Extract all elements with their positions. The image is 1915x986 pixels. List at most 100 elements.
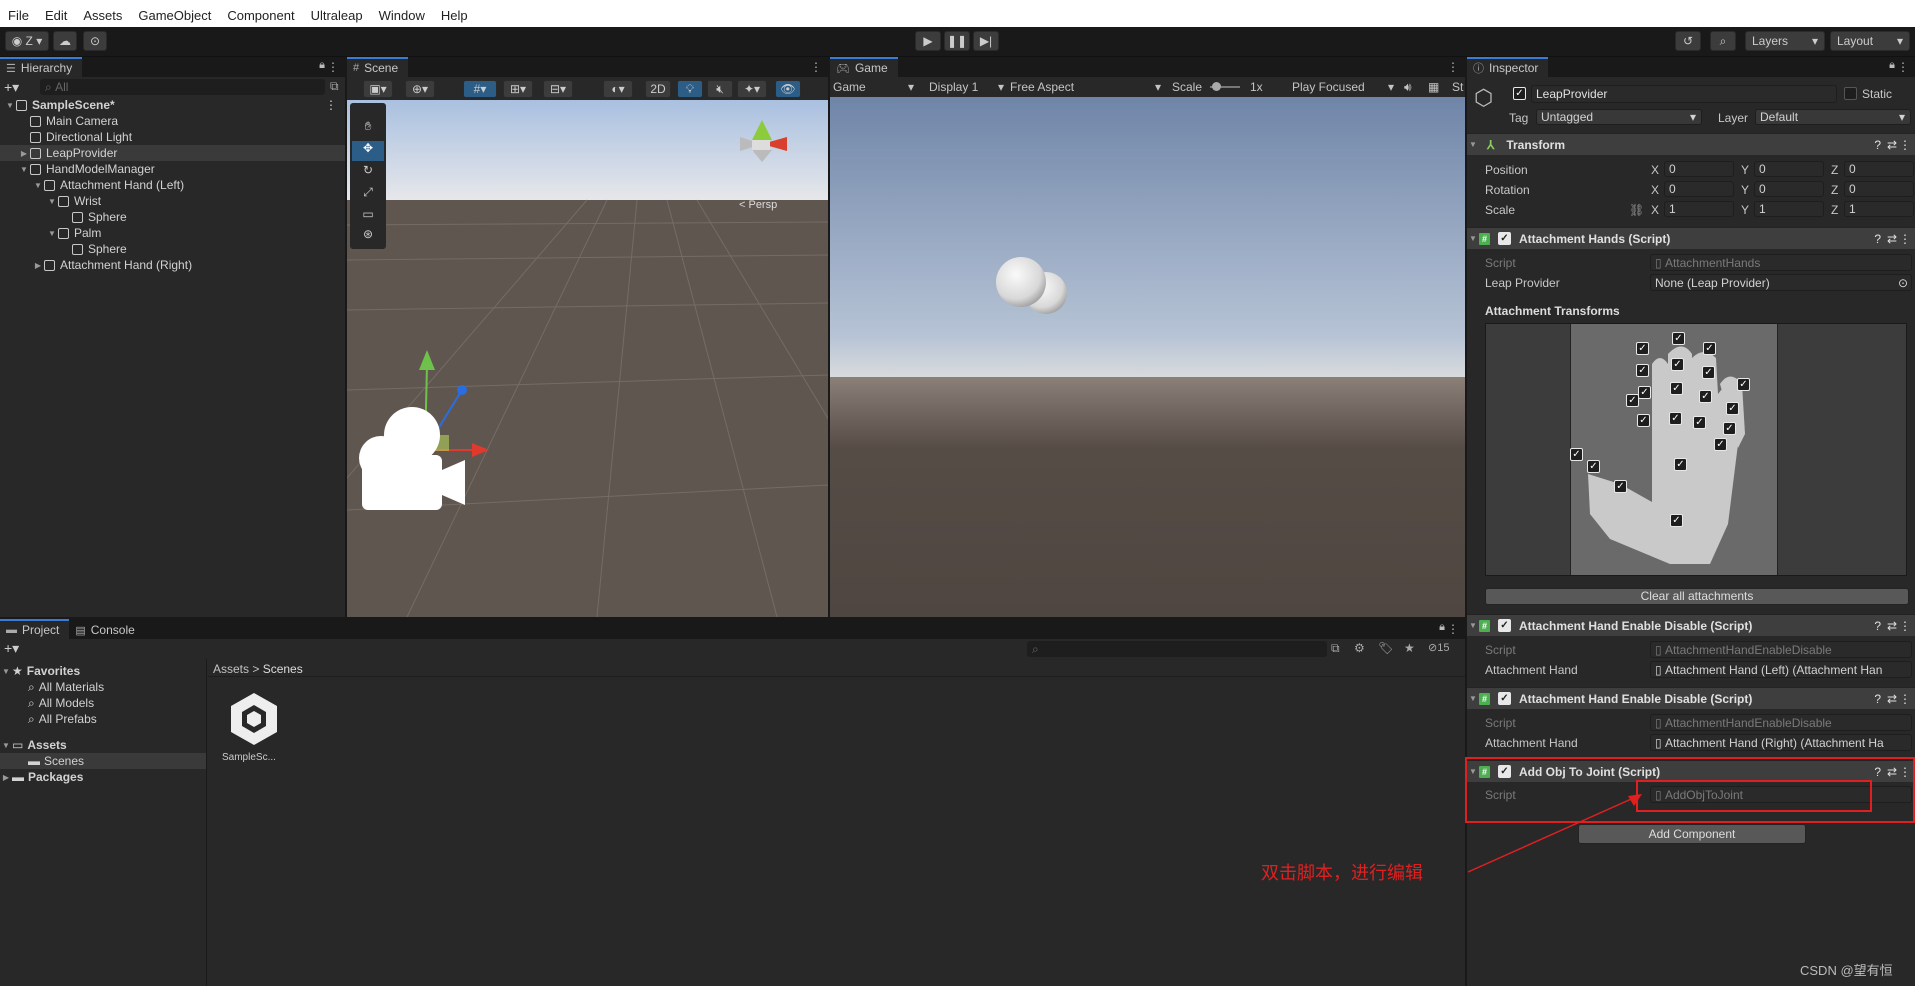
active-checkbox[interactable]: ✓ bbox=[1513, 87, 1526, 100]
joint-checkbox[interactable]: ✓ bbox=[1587, 460, 1600, 473]
menu-item[interactable]: Component bbox=[219, 8, 302, 23]
layers-dropdown[interactable]: Layers ▾ bbox=[1745, 31, 1825, 51]
menu-item[interactable]: Assets bbox=[75, 8, 130, 23]
rect-tool-icon[interactable]: ▭ bbox=[352, 207, 384, 227]
joint-checkbox[interactable]: ✓ bbox=[1626, 394, 1639, 407]
expand-icon[interactable]: ▼ bbox=[4, 101, 16, 110]
scenes-folder[interactable]: ▬ Scenes bbox=[0, 753, 206, 769]
more-icon[interactable]: ⋮ bbox=[325, 98, 337, 112]
cloud-icon[interactable]: ☁ bbox=[53, 31, 77, 51]
effects-icon[interactable]: ✦▾ bbox=[737, 80, 767, 98]
script-field[interactable]: ▯ AttachmentHands bbox=[1650, 254, 1912, 271]
clear-attachments-button[interactable]: Clear all attachments bbox=[1485, 588, 1909, 605]
play-button[interactable]: ▶ bbox=[915, 31, 941, 51]
packages-folder[interactable]: ▶ ▬ Packages bbox=[0, 769, 206, 785]
display-dropdown[interactable]: Display 1 ▾ bbox=[929, 80, 1004, 94]
mode-2d-button[interactable]: 2D bbox=[645, 80, 671, 98]
joint-checkbox[interactable]: ✓ bbox=[1636, 364, 1649, 377]
object-name-field[interactable]: LeapProvider bbox=[1531, 85, 1837, 103]
lock-icon[interactable]: 🔒︎ bbox=[1889, 59, 1895, 72]
joint-checkbox[interactable]: ✓ bbox=[1702, 366, 1715, 379]
stats-label[interactable]: St bbox=[1452, 80, 1463, 94]
lighting-icon[interactable]: 💡︎ bbox=[677, 80, 703, 98]
lock-icon[interactable]: 🔒︎ bbox=[319, 59, 325, 72]
enabled-checkbox[interactable]: ✓ bbox=[1498, 619, 1511, 632]
hierarchy-item[interactable]: ▼ Wrist bbox=[0, 193, 345, 209]
attachment-hands-header[interactable]: ▼ # ✓ Attachment Hands (Script)? ⇄ ⋮ bbox=[1467, 227, 1915, 249]
joint-checkbox[interactable]: ✓ bbox=[1672, 332, 1685, 345]
move-tool-icon[interactable]: ✥ bbox=[352, 141, 384, 161]
persp-label[interactable]: < Persp bbox=[739, 199, 777, 211]
joint-checkbox[interactable]: ✓ bbox=[1699, 390, 1712, 403]
joint-checkbox[interactable]: ✓ bbox=[1723, 422, 1736, 435]
aspect-dropdown[interactable]: Free Aspect ▾ bbox=[1010, 80, 1165, 94]
search-icon[interactable]: ⌕ bbox=[1710, 31, 1736, 51]
menu-item[interactable]: GameObject bbox=[130, 8, 219, 23]
layer-dropdown[interactable]: Default ▾ bbox=[1755, 109, 1911, 125]
target-icon[interactable]: ⊙ bbox=[1898, 276, 1908, 290]
grid-snap-icon[interactable]: #▾ bbox=[463, 80, 497, 98]
transform-header[interactable]: ▼ ⅄ Transform? ⇄ ⋮ bbox=[1467, 133, 1915, 155]
scale-slider[interactable]: Scale 1x bbox=[1172, 80, 1272, 94]
tab-scene[interactable]: # Scene bbox=[347, 57, 409, 77]
help-icon[interactable]: ? bbox=[1874, 692, 1881, 706]
tab-hierarchy[interactable]: ☰ Hierarchy bbox=[0, 57, 83, 77]
joint-checkbox[interactable]: ✓ bbox=[1669, 412, 1682, 425]
help-icon[interactable]: ? bbox=[1874, 232, 1881, 246]
more-icon[interactable]: ⋮ bbox=[1899, 138, 1911, 152]
joint-checkbox[interactable]: ✓ bbox=[1737, 378, 1750, 391]
joint-checkbox[interactable]: ✓ bbox=[1703, 342, 1716, 355]
snap-icon[interactable]: ⊞▾ bbox=[503, 80, 533, 98]
more-icon[interactable]: ⋮ bbox=[1447, 622, 1459, 636]
preset-icon[interactable]: ⇄ bbox=[1887, 692, 1897, 706]
visibility-icon[interactable]: 👁︎ bbox=[775, 80, 801, 98]
link-icon[interactable]: ⛓ bbox=[1629, 203, 1644, 217]
joint-checkbox[interactable]: ✓ bbox=[1693, 416, 1706, 429]
assets-folder[interactable]: ▼ ▭ Assets bbox=[0, 737, 206, 753]
transform-scale-y-field[interactable]: 1 bbox=[1754, 201, 1824, 217]
hierarchy-item[interactable]: ▼ Attachment Hand (Left) bbox=[0, 177, 345, 193]
favorite-all-models[interactable]: ⌕ All Models bbox=[0, 695, 206, 711]
expand-icon[interactable]: ▼ bbox=[46, 197, 58, 206]
more-icon[interactable]: ⋮ bbox=[1899, 619, 1911, 633]
enabled-checkbox[interactable]: ✓ bbox=[1498, 692, 1511, 705]
menu-item[interactable]: Window bbox=[371, 8, 433, 23]
more-icon[interactable]: ⋮ bbox=[1899, 692, 1911, 706]
tab-project[interactable]: ▬ Project bbox=[0, 619, 70, 639]
layout-dropdown[interactable]: Layout ▾ bbox=[1830, 31, 1910, 51]
play-focused-dropdown[interactable]: Play Focused ▾ bbox=[1292, 80, 1394, 94]
joint-checkbox[interactable]: ✓ bbox=[1670, 514, 1683, 527]
joint-checkbox[interactable]: ✓ bbox=[1637, 414, 1650, 427]
transform-rotation-x-field[interactable]: 0 bbox=[1664, 181, 1734, 197]
enabled-checkbox[interactable]: ✓ bbox=[1498, 232, 1511, 245]
expand-icon[interactable]: ▶ bbox=[18, 149, 30, 158]
leap-provider-field[interactable]: None (Leap Provider) ⊙ bbox=[1650, 274, 1912, 291]
hand-tool-icon[interactable]: ✋︎ bbox=[352, 119, 384, 139]
scene-viewport[interactable]: < Persp bbox=[347, 100, 828, 617]
joint-checkbox[interactable]: ✓ bbox=[1636, 342, 1649, 355]
favorite-all-prefabs[interactable]: ⌕ All Prefabs bbox=[0, 711, 206, 727]
hierarchy-item[interactable]: Main Camera bbox=[0, 113, 345, 129]
label-filter-icon[interactable]: 🏷︎ bbox=[1378, 641, 1393, 655]
static-checkbox[interactable] bbox=[1844, 87, 1857, 100]
preset-icon[interactable]: ⇄ bbox=[1887, 232, 1897, 246]
joint-checkbox[interactable]: ✓ bbox=[1714, 438, 1727, 451]
enable-disable-left-header[interactable]: ▼ # ✓ Attachment Hand Enable Disable (Scrip… bbox=[1467, 614, 1915, 636]
menu-item[interactable]: File bbox=[0, 8, 37, 23]
create-icon[interactable]: +▾ bbox=[4, 640, 19, 657]
script-field[interactable]: ▯ AttachmentHandEnableDisable bbox=[1650, 714, 1912, 731]
tab-inspector[interactable]: ⓘ Inspector bbox=[1467, 57, 1549, 77]
joint-checkbox[interactable]: ✓ bbox=[1638, 386, 1651, 399]
menu-item[interactable]: Edit bbox=[37, 8, 75, 23]
breadcrumb-scenes[interactable]: Scenes bbox=[263, 662, 303, 676]
script-field[interactable]: ▯ AttachmentHandEnableDisable bbox=[1650, 641, 1912, 658]
transform-tool-icon[interactable]: ⊛ bbox=[352, 227, 384, 247]
joint-checkbox[interactable]: ✓ bbox=[1670, 382, 1683, 395]
collab-icon[interactable]: ⊙ bbox=[83, 31, 107, 51]
sphere-left[interactable] bbox=[996, 257, 1046, 307]
scale-tool-icon[interactable]: ⤢ bbox=[352, 185, 384, 205]
attachment-hand-right-field[interactable]: ▯ Attachment Hand (Right) (Attachment Ha bbox=[1650, 734, 1912, 751]
pause-button[interactable]: ❚❚ bbox=[944, 31, 970, 51]
history-icon[interactable]: ↺ bbox=[1675, 31, 1701, 51]
draw-mode-icon[interactable]: ▣▾ bbox=[363, 80, 393, 98]
